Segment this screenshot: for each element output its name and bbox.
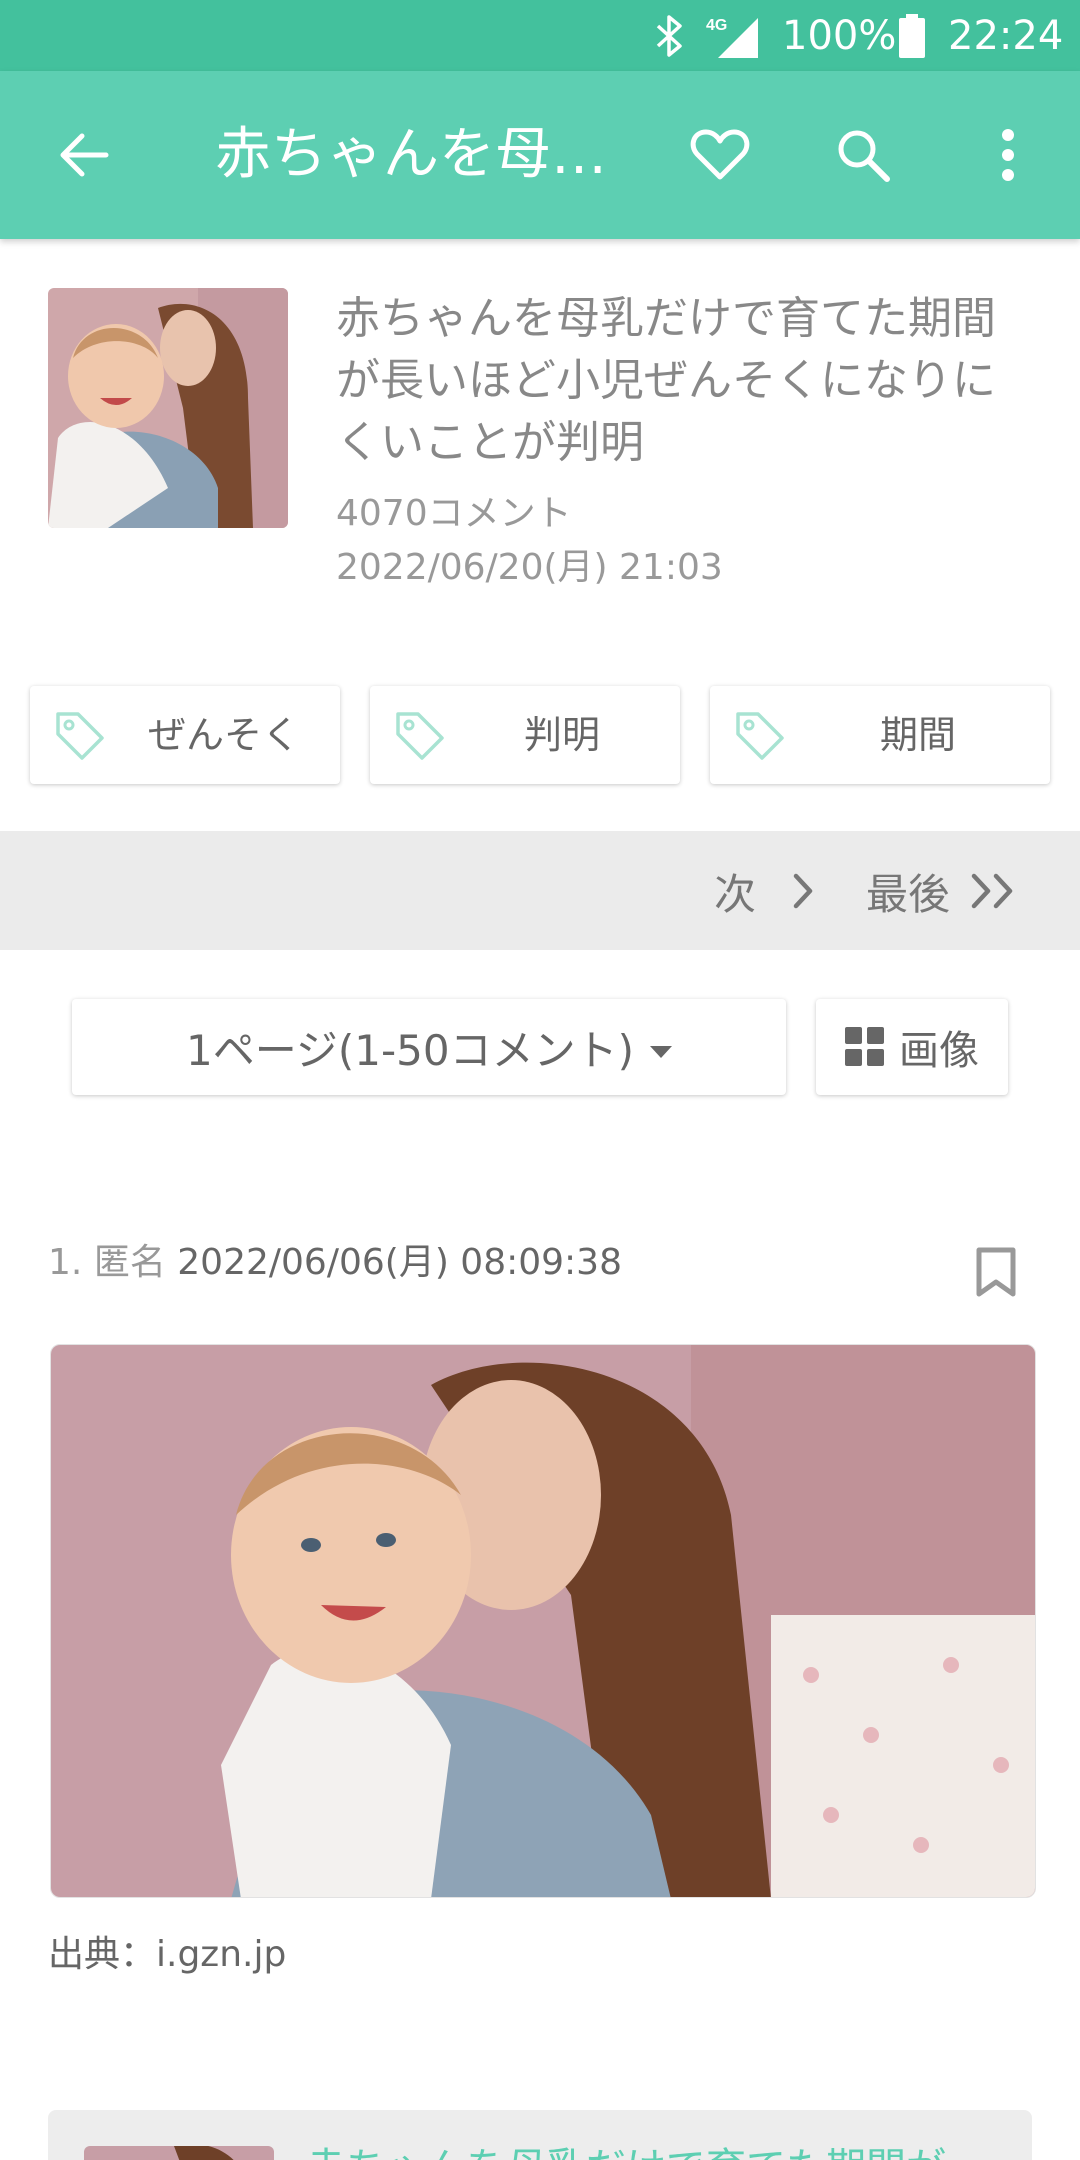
search-button[interactable]	[813, 105, 913, 205]
chevron-right-icon	[793, 873, 813, 909]
clock: 22:24	[948, 13, 1064, 59]
app-bar: 赤ちゃんを母…	[0, 71, 1080, 239]
mother-baby-photo	[84, 2146, 274, 2160]
tag-chip[interactable]: 期間	[710, 686, 1050, 784]
grid-icon	[845, 1027, 884, 1066]
article-headline: 赤ちゃんを母乳だけで育てた期間が長いほど小児ぜんそくになりにくいことが判明	[336, 293, 996, 468]
comment-count: 4070コメント	[336, 493, 572, 534]
comment-source: 出典：i.gzn.jp	[48, 1934, 287, 1975]
back-arrow-icon	[60, 133, 109, 177]
tag-chip[interactable]: ぜんそく	[30, 686, 340, 784]
comment-number: 1.	[48, 1242, 83, 1283]
comment-date: 2022/06/06(月) 08:09:38	[177, 1242, 622, 1283]
mother-baby-photo	[51, 1345, 1035, 1897]
image-button-label: 画像	[899, 1028, 979, 1074]
tag-chip[interactable]: 判明	[370, 686, 680, 784]
related-title: 赤ちゃんを母乳だけで育てた期間が	[306, 2140, 946, 2160]
related-thumbnail	[84, 2146, 274, 2160]
bluetooth-icon	[656, 15, 682, 57]
tag-icon	[56, 712, 104, 760]
mother-baby-photo	[48, 288, 288, 528]
caret-down-icon	[649, 1046, 672, 1058]
article-date: 2022/06/20(月) 21:03	[336, 547, 723, 588]
tag-icon	[736, 712, 784, 760]
next-page-button[interactable]: 次	[714, 851, 828, 931]
tag-label: ぜんそく	[148, 713, 301, 757]
search-icon	[838, 130, 890, 182]
comment-header: 1. 匿名 2022/06/06(月) 08:09:38	[48, 1238, 622, 1288]
battery-percent: 100%	[782, 13, 897, 59]
pagination-bar: 次 最後	[0, 831, 1080, 950]
svg-text:4G: 4G	[706, 17, 727, 34]
status-bar: 4G 100% 22:24	[0, 0, 1080, 71]
tag-label: 期間	[880, 713, 957, 757]
bookmark-button[interactable]	[974, 1246, 1018, 1298]
page-title: 赤ちゃんを母…	[215, 122, 607, 187]
signal-icon: 4G	[706, 17, 758, 58]
battery-icon	[899, 14, 925, 58]
page-select-dropdown[interactable]: 1ページ(1-50コメント)	[72, 999, 786, 1095]
last-label: 最後	[866, 869, 951, 919]
page-select-label: 1ページ(1-50コメント)	[186, 1025, 634, 1075]
next-label: 次	[714, 869, 757, 919]
related-article-card[interactable]: 赤ちゃんを母乳だけで育てた期間が	[48, 2110, 1032, 2160]
more-vert-icon	[1002, 129, 1014, 181]
more-menu-button[interactable]	[958, 105, 1058, 205]
favorite-button[interactable]	[670, 105, 770, 205]
article-thumbnail	[48, 288, 288, 528]
tag-icon	[396, 712, 444, 760]
comment-author: 匿名	[93, 1242, 166, 1283]
image-view-button[interactable]: 画像	[816, 999, 1008, 1095]
double-chevron-right-icon	[971, 873, 1013, 909]
heart-icon	[690, 129, 750, 180]
bookmark-icon	[976, 1247, 1016, 1297]
back-button[interactable]	[34, 105, 134, 205]
tag-label: 判明	[524, 713, 601, 757]
last-page-button[interactable]: 最後	[866, 851, 1026, 931]
comment-image[interactable]	[50, 1344, 1036, 1898]
